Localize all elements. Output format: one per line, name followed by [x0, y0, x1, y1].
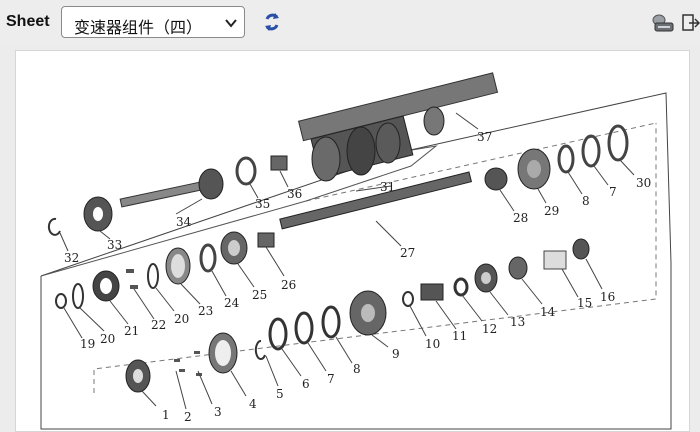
shaft-34 [119, 168, 224, 208]
part-label: 20 [174, 312, 189, 326]
part-label: 27 [400, 246, 415, 260]
part-32 [47, 217, 61, 236]
part-label: 21 [124, 324, 139, 338]
part-label: 12 [482, 322, 497, 336]
part-label: 1 [162, 408, 170, 422]
part-label: 37 [477, 130, 492, 144]
part-label: 19 [80, 337, 95, 351]
part-label: 13 [510, 315, 525, 329]
parts-diagram-canvas: 1 2 3 4 5 6 7 8 9 10 11 12 13 14 15 16 1… [15, 50, 690, 432]
part-4 [208, 332, 238, 374]
part-24 [199, 243, 217, 273]
part-label: 32 [64, 251, 79, 265]
part-label: 2 [184, 410, 192, 424]
part-19 [55, 293, 67, 309]
exploded-parts-diagram: 1 2 3 4 5 6 7 8 9 10 11 12 13 14 15 16 1… [40, 72, 672, 430]
part-21 [92, 270, 120, 302]
chevron-down-icon [225, 19, 237, 28]
part-33 [83, 196, 113, 232]
part-28 [484, 167, 508, 191]
part-16 [572, 238, 590, 260]
part-11 [420, 283, 444, 301]
part-20-left [72, 283, 84, 309]
part-20-right [147, 263, 159, 289]
part-7-upper [581, 134, 601, 168]
part-label: 35 [255, 197, 270, 211]
part-10 [402, 291, 414, 307]
part-label: 9 [392, 347, 400, 361]
part-9 [349, 290, 387, 336]
part-36 [270, 155, 288, 171]
part-8-lower [321, 305, 341, 339]
part-label: 25 [252, 288, 267, 302]
part-label: 7 [609, 185, 617, 199]
part-14 [508, 256, 528, 280]
part-label: 8 [353, 362, 361, 376]
part-label: 26 [281, 278, 296, 292]
part-label: 30 [636, 176, 651, 190]
part-label: 33 [107, 238, 122, 252]
part-8-upper [557, 144, 575, 174]
refresh-icon[interactable] [261, 11, 283, 33]
part-label: 34 [176, 215, 192, 229]
part-6 [268, 317, 288, 351]
part-label: 5 [276, 387, 284, 401]
part-label: 8 [582, 194, 590, 208]
part-label: 14 [540, 305, 556, 319]
part-label: 6 [302, 377, 310, 391]
part-label: 31 [380, 180, 395, 194]
part-label: 4 [249, 397, 257, 411]
part-label: 16 [600, 290, 615, 304]
part-label: 22 [151, 318, 166, 332]
part-label: 7 [327, 372, 335, 386]
sheet-label: Sheet [6, 13, 50, 30]
part-label: 24 [224, 296, 240, 310]
print-icon[interactable] [650, 12, 676, 34]
part-15 [543, 250, 567, 270]
sheet-select-value: 变速器组件（四） [74, 18, 203, 37]
part-12 [453, 277, 469, 297]
part-label: 36 [287, 187, 302, 201]
sheet-select[interactable]: 变速器组件（四） [61, 6, 245, 38]
part-29 [517, 148, 551, 190]
part-label: 3 [214, 405, 222, 419]
part-23 [165, 247, 191, 285]
part-5 [254, 340, 266, 360]
part-label: 28 [513, 211, 528, 225]
part-2 [174, 359, 185, 372]
toolbar: Sheet 变速器组件（四） [0, 0, 700, 46]
part-22 [126, 269, 138, 289]
part-label: 15 [577, 296, 592, 310]
part-13 [474, 263, 498, 293]
part-35 [235, 156, 257, 186]
exit-icon[interactable] [682, 12, 700, 34]
part-label: 20 [100, 332, 115, 346]
part-label: 29 [544, 204, 559, 218]
part-1 [125, 359, 151, 393]
part-label: 11 [452, 329, 467, 343]
part-label: 23 [198, 304, 213, 318]
part-25 [220, 231, 248, 265]
part-7-lower [294, 311, 314, 345]
part-label: 10 [425, 337, 440, 351]
part-26 [257, 232, 275, 248]
